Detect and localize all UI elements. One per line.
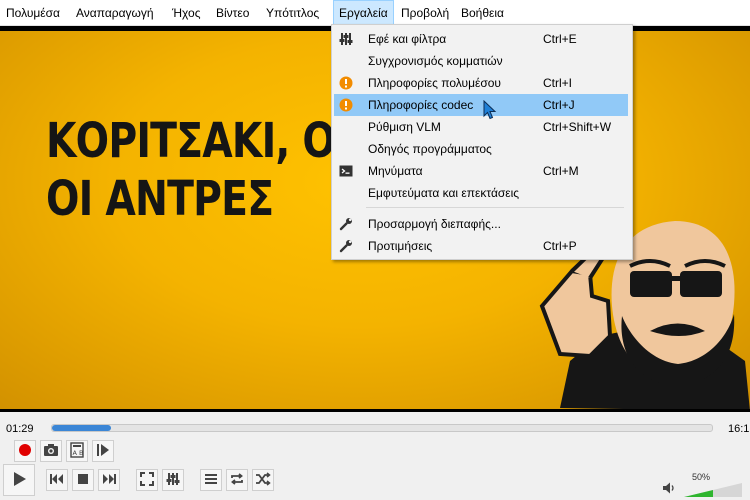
menu-media[interactable]: Πολυμέσα	[6, 0, 60, 25]
menu-item-codec-info[interactable]: Πληροφορίες codec Ctrl+J	[334, 94, 628, 116]
info-icon	[339, 98, 353, 112]
stop-icon	[77, 473, 89, 488]
camera-icon	[43, 443, 59, 460]
next-button[interactable]	[98, 469, 120, 491]
mouse-cursor-icon	[483, 100, 497, 120]
playlist-icon	[204, 473, 218, 488]
wrench-icon	[339, 239, 353, 253]
volume-slider[interactable]	[684, 483, 742, 497]
volume-slider-fill	[684, 490, 713, 497]
playlist-button[interactable]	[200, 469, 222, 491]
video-caption-line-2: ΟΙ ΑΝΤΡΕΣ	[46, 171, 274, 227]
menu-item-track-sync[interactable]: Συγχρονισμός κομματιών	[334, 50, 628, 72]
menu-item-label: Προσαρμογή διεπαφής...	[368, 217, 501, 231]
ab-loop-icon: A B	[69, 441, 85, 461]
menu-item-label: Εφέ και φίλτρα	[368, 32, 447, 46]
menu-item-label: Μηνύματα	[368, 164, 423, 178]
menu-item-label: Προτιμήσεις	[368, 239, 433, 253]
shuffle-button[interactable]	[252, 469, 274, 491]
menu-help[interactable]: Βοήθεια	[461, 0, 504, 25]
sliders-icon	[166, 472, 180, 489]
menu-item-label: Πληροφορίες πολυμέσου	[368, 76, 501, 90]
extended-settings-button[interactable]	[162, 469, 184, 491]
svg-text:A B: A B	[73, 449, 84, 457]
menu-item-effects-filters[interactable]: Εφέ και φίλτρα Ctrl+E	[334, 28, 628, 50]
player-controls: 01:29 16:1 A B 50%	[0, 412, 750, 500]
menu-video[interactable]: Βίντεο	[216, 0, 249, 25]
play-button[interactable]	[3, 464, 35, 496]
info-icon	[339, 76, 353, 90]
menu-separator	[366, 207, 624, 208]
menu-item-customize-interface[interactable]: Προσαρμογή διεπαφής...	[334, 213, 628, 235]
menu-item-label: Ρύθμιση VLM	[368, 120, 441, 134]
frame-step-button[interactable]	[92, 440, 114, 462]
volume-percent: 50%	[692, 472, 711, 482]
play-icon	[11, 471, 27, 490]
seek-bar-fill	[52, 425, 112, 431]
menu-item-plugins-extensions[interactable]: Εμφυτεύματα και επεκτάσεις	[334, 182, 628, 204]
terminal-icon	[339, 164, 353, 178]
shuffle-icon	[255, 471, 271, 489]
menu-item-messages[interactable]: Μηνύματα Ctrl+M	[334, 160, 628, 182]
frame-step-icon	[96, 443, 110, 460]
loop-button[interactable]	[226, 469, 248, 491]
record-button[interactable]	[14, 440, 36, 462]
snapshot-button[interactable]	[40, 440, 62, 462]
tools-dropdown-menu: Εφέ και φίλτρα Ctrl+E Συγχρονισμός κομμα…	[331, 24, 633, 260]
seek-bar[interactable]	[51, 424, 713, 432]
menu-view[interactable]: Προβολή	[401, 0, 449, 25]
previous-button[interactable]	[46, 469, 68, 491]
loop-icon	[229, 472, 245, 489]
menu-item-program-guide[interactable]: Οδηγός προγράμματος	[334, 138, 628, 160]
menu-subtitle[interactable]: Υπότιτλος	[266, 0, 319, 25]
menu-item-media-info[interactable]: Πληροφορίες πολυμέσου Ctrl+I	[334, 72, 628, 94]
speaker-icon[interactable]	[662, 481, 676, 498]
menu-item-vlm-config[interactable]: Ρύθμιση VLM Ctrl+Shift+W	[334, 116, 628, 138]
wrench-icon	[339, 217, 353, 231]
video-caption-line-1: ΚΟΡΙΤΣΑΚΙ, Ο	[46, 113, 336, 169]
total-time: 16:1	[728, 423, 750, 435]
next-icon	[102, 473, 116, 488]
previous-icon	[50, 473, 64, 488]
menu-item-shortcut: Ctrl+M	[543, 164, 579, 178]
menu-item-shortcut: Ctrl+I	[543, 76, 573, 90]
sliders-icon	[339, 32, 353, 46]
menu-bar: Πολυμέσα Αναπαραγωγή Ήχος Βίντεο Υπότιτλ…	[0, 0, 750, 26]
menu-playback[interactable]: Αναπαραγωγή	[76, 0, 154, 25]
elapsed-time: 01:29	[6, 423, 34, 435]
menu-item-shortcut: Ctrl+E	[543, 32, 577, 46]
menu-item-preferences[interactable]: Προτιμήσεις Ctrl+P	[334, 235, 628, 257]
menu-tools[interactable]: Εργαλεία	[333, 0, 394, 25]
fullscreen-button[interactable]	[136, 469, 158, 491]
fullscreen-icon	[140, 471, 154, 489]
menu-item-shortcut: Ctrl+Shift+W	[543, 120, 612, 134]
stop-button[interactable]	[72, 469, 94, 491]
menu-item-label: Συγχρονισμός κομματιών	[368, 54, 503, 68]
menu-item-label: Οδηγός προγράμματος	[368, 142, 492, 156]
record-icon	[18, 443, 32, 460]
menu-audio[interactable]: Ήχος	[172, 0, 201, 25]
loop-ab-button[interactable]: A B	[66, 440, 88, 462]
menu-item-label: Εμφυτεύματα και επεκτάσεις	[368, 186, 520, 200]
menu-item-shortcut: Ctrl+J	[543, 98, 575, 112]
menu-item-shortcut: Ctrl+P	[543, 239, 577, 253]
menu-item-label: Πληροφορίες codec	[368, 98, 474, 112]
